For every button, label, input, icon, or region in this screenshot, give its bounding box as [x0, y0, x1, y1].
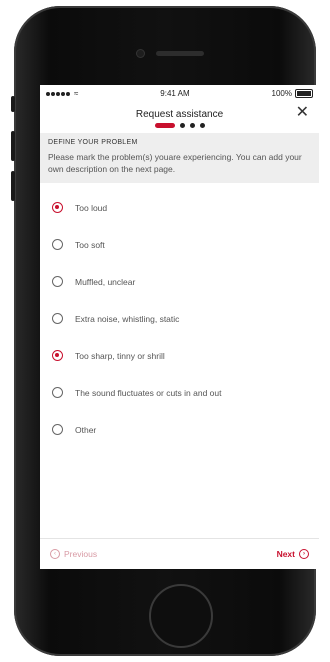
- volume-up-button: [11, 131, 15, 161]
- home-button[interactable]: [149, 584, 213, 648]
- radio-button[interactable]: [52, 350, 63, 361]
- intro-text: Please mark the problem(s) youare experi…: [48, 152, 302, 174]
- signal-indicator: ≈: [46, 89, 78, 98]
- radio-button[interactable]: [52, 202, 63, 213]
- close-icon[interactable]: ✕: [296, 105, 309, 121]
- radio-button[interactable]: [52, 424, 63, 435]
- option-fluctuates[interactable]: The sound fluctuates or cuts in and out: [40, 374, 319, 411]
- earpiece-speaker: [156, 51, 204, 56]
- previous-button[interactable]: ‹ Previous: [50, 549, 97, 559]
- chevron-left-icon: ‹: [50, 549, 60, 559]
- page-title: Request assistance: [135, 108, 224, 120]
- battery-icon: [295, 88, 313, 98]
- option-muffled[interactable]: Muffled, unclear: [40, 263, 319, 300]
- intro-panel: DEFINE YOUR PROBLEM Please mark the prob…: [40, 133, 319, 183]
- option-extra-noise[interactable]: Extra noise, whistling, static: [40, 300, 319, 337]
- previous-label: Previous: [64, 549, 98, 559]
- intro-heading: DEFINE YOUR PROBLEM: [48, 139, 138, 146]
- battery-percent: 100%: [271, 88, 292, 98]
- volume-down-button: [11, 171, 15, 201]
- wifi-icon: ≈: [74, 88, 79, 98]
- option-too-loud[interactable]: Too loud: [40, 189, 319, 226]
- status-bar: ≈ 9:41 AM 100%: [40, 85, 319, 101]
- signal-dots-icon: [46, 89, 71, 98]
- option-label: Too sharp, tinny or shrill: [75, 350, 165, 361]
- app-screen: ≈ 9:41 AM 100% Request assistance ✕ DEFI…: [40, 85, 319, 569]
- next-button[interactable]: Next ›: [277, 549, 309, 559]
- problem-options: Too loud Too soft Muffled, unclear Extra…: [40, 183, 319, 448]
- option-other[interactable]: Other: [40, 411, 319, 448]
- chevron-right-icon: ›: [299, 549, 309, 559]
- mute-switch: [11, 96, 15, 112]
- status-time: 9:41 AM: [160, 88, 190, 98]
- option-label: Extra noise, whistling, static: [75, 313, 180, 324]
- option-label: Muffled, unclear: [75, 276, 136, 287]
- nav-bar: Request assistance ✕: [40, 101, 319, 127]
- radio-button[interactable]: [52, 313, 63, 324]
- option-label: The sound fluctuates or cuts in and out: [75, 387, 222, 398]
- radio-button[interactable]: [52, 387, 63, 398]
- option-label: Too soft: [75, 239, 105, 250]
- next-label: Next: [276, 549, 295, 559]
- radio-button[interactable]: [52, 239, 63, 250]
- radio-button[interactable]: [52, 276, 63, 287]
- option-label: Too loud: [75, 202, 108, 213]
- front-camera: [136, 49, 145, 58]
- option-too-soft[interactable]: Too soft: [40, 226, 319, 263]
- option-too-sharp[interactable]: Too sharp, tinny or shrill: [40, 337, 319, 374]
- battery-indicator: 100%: [271, 88, 313, 98]
- footer-bar: ‹ Previous Next ›: [40, 538, 319, 569]
- option-label: Other: [75, 424, 97, 435]
